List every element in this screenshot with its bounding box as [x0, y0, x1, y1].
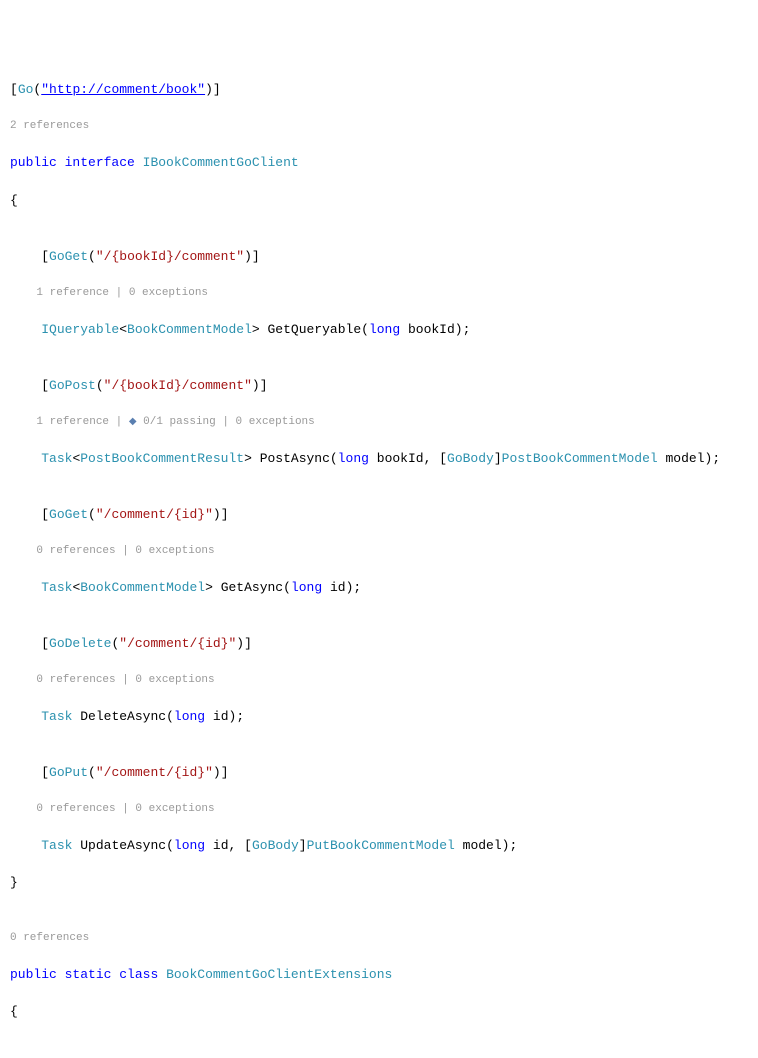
attr-goget-1: [GoGet("/{bookId}/comment")]: [10, 248, 748, 267]
brace-open: {: [10, 1003, 748, 1022]
method-deleteasync: Task DeleteAsync(long id);: [10, 708, 748, 727]
codelens-interface[interactable]: 2 references: [10, 119, 748, 135]
class-decl: public static class BookCommentGoClientE…: [10, 966, 748, 985]
attr-gopost: [GoPost("/{bookId}/comment")]: [10, 377, 748, 396]
attr-godelete: [GoDelete("/comment/{id}")]: [10, 635, 748, 654]
attr-go: [Go("http://comment/book")]: [10, 81, 748, 100]
codelens-getasync[interactable]: 0 references | 0 exceptions: [10, 544, 748, 560]
attr-goput: [GoPut("/comment/{id}")]: [10, 764, 748, 783]
codelens-postasync[interactable]: 1 reference | ◆ 0/1 passing | 0 exceptio…: [10, 415, 748, 431]
shield-icon: ◆: [129, 417, 137, 428]
method-updateasync: Task UpdateAsync(long id, [GoBody]PutBoo…: [10, 837, 748, 856]
type-go: Go: [18, 82, 34, 97]
go-url[interactable]: "http://comment/book": [41, 82, 205, 97]
method-getqueryable: IQueryable<BookCommentModel> GetQueryabl…: [10, 321, 748, 340]
method-postasync: Task<PostBookCommentResult> PostAsync(lo…: [10, 450, 748, 469]
brace-open: {: [10, 192, 748, 211]
interface-decl: public interface IBookCommentGoClient: [10, 154, 748, 173]
codelens-getqueryable[interactable]: 1 reference | 0 exceptions: [10, 286, 748, 302]
codelens-deleteasync[interactable]: 0 references | 0 exceptions: [10, 673, 748, 689]
interface-name: IBookCommentGoClient: [143, 155, 299, 170]
class-name: BookCommentGoClientExtensions: [166, 967, 392, 982]
attr-goget-2: [GoGet("/comment/{id}")]: [10, 506, 748, 525]
codelens-class[interactable]: 0 references: [10, 931, 748, 947]
brace-close: }: [10, 874, 748, 893]
method-getasync: Task<BookCommentModel> GetAsync(long id)…: [10, 579, 748, 598]
codelens-updateasync[interactable]: 0 references | 0 exceptions: [10, 802, 748, 818]
